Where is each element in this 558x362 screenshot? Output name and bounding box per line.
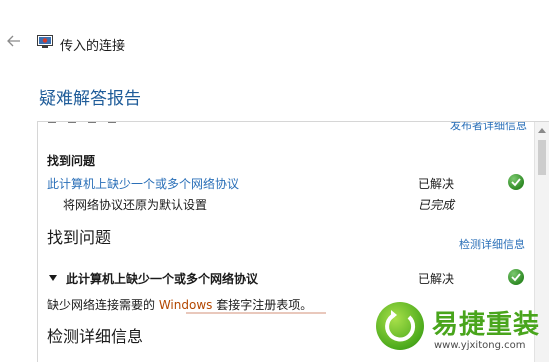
troubleshooter-icon	[37, 35, 53, 48]
section-heading: 检测详细信息	[47, 327, 144, 346]
brand-url: www.yjxitong.com	[434, 340, 526, 351]
publisher-details-link[interactable]: 发布者详细信息	[450, 122, 527, 133]
page-title: 疑难解答报告	[39, 89, 141, 109]
annotation-underline	[186, 312, 326, 314]
watermark-logo: 易捷重装 www.yjxitong.com	[368, 296, 558, 361]
detection-details-link[interactable]: 检测详细信息	[459, 236, 525, 252]
brand-name: 易捷重装	[432, 310, 541, 340]
check-icon	[508, 269, 524, 285]
clipped-text	[48, 122, 138, 124]
issue-link[interactable]: 此计算机上缺少一个或多个网络协议	[47, 175, 239, 192]
issue-status: 已解决	[418, 177, 455, 191]
back-arrow-icon[interactable]	[6, 33, 22, 49]
expand-triangle-icon[interactable]	[49, 275, 57, 281]
fix-status: 已完成	[418, 198, 455, 212]
scroll-up-arrow-icon[interactable]	[538, 128, 546, 133]
fix-text: 将网络协议还原为默认设置	[63, 198, 208, 212]
scrollbar-thumb[interactable]	[538, 140, 546, 175]
brand-icon	[376, 302, 424, 350]
description-text: 缺少网络连接需要的	[47, 298, 159, 312]
section-heading: 找到问题	[47, 228, 112, 247]
description-text: 套接字注册表项。	[212, 298, 313, 312]
issue-title[interactable]: 此计算机上缺少一个或多个网络协议	[66, 270, 258, 287]
section-heading: 找到问题	[47, 154, 96, 168]
title-bar: 传入的连接	[0, 0, 558, 90]
issue-description: 缺少网络连接需要的 Windows 套接字注册表项。	[47, 296, 312, 313]
check-icon	[508, 174, 524, 190]
window-title: 传入的连接	[60, 39, 126, 54]
windows-term: Windows	[158, 298, 213, 312]
issue-status: 已解决	[418, 272, 455, 286]
